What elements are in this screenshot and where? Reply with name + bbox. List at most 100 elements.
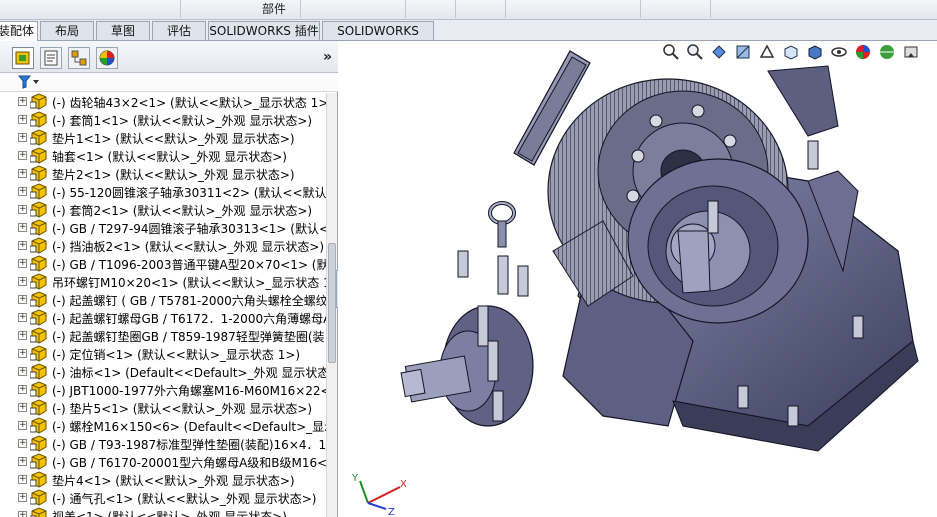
tree-row[interactable]: + 垫片1<1> (默认<<默认>_外观 显示状态>) (0, 129, 326, 147)
gearbox-assembly-model[interactable]: Y X Z (338, 41, 937, 517)
tree-row-label: 垫片2<1> (默认<<默认>_外观 显示状态>) (52, 168, 295, 182)
expand-toggle-icon[interactable]: + (18, 421, 27, 430)
tree-row-label: 视盖<1> (默认<<默认>_外观 显示状态>) (52, 510, 287, 517)
property-manager-icon (44, 50, 58, 66)
tree-row-label: (-) 挡油板2<1> (默认<<默认>_外观 显示状态>) (52, 240, 325, 254)
tree-row[interactable]: + (-) GB / T6170-20001型六角螺母A级和B级M16< (0, 453, 326, 471)
tab-evaluate[interactable]: 评估 (152, 21, 206, 40)
tab-layout[interactable]: 布局 (40, 21, 94, 40)
ribbon-divider (505, 0, 506, 18)
ribbon-divider (455, 0, 456, 18)
expand-panel-button[interactable]: » (323, 49, 332, 65)
expand-toggle-icon[interactable]: + (18, 385, 27, 394)
tree-row[interactable]: + (-) 定位销<1> (默认<<默认>_显示状态 1>) (0, 345, 326, 363)
expand-toggle-icon[interactable]: + (18, 295, 27, 304)
expand-toggle-icon[interactable]: + (18, 133, 27, 142)
expand-toggle-icon[interactable]: + (18, 115, 27, 124)
configuration-manager-icon (71, 50, 87, 66)
expand-toggle-icon[interactable]: + (18, 97, 27, 106)
ribbon-partial-label[interactable]: 部件 (262, 0, 286, 17)
tree-row[interactable]: + (-) 螺栓M16×150<6> (Default<<Default>_显示 (0, 417, 326, 435)
part-icon (30, 381, 47, 398)
expand-toggle-icon[interactable]: + (18, 205, 27, 214)
expand-toggle-icon[interactable]: + (18, 169, 27, 178)
expand-toggle-icon[interactable]: + (18, 457, 27, 466)
tree-row[interactable]: + 垫片4<1> (默认<<默认>_外观 显示状态>) (0, 471, 326, 489)
part-icon (30, 255, 47, 272)
tree-row[interactable]: + (-) 起盖螺钉垫圈GB / T859-1987轻型弹簧垫圈(装 (0, 327, 326, 345)
tab-solidworks-addins[interactable]: SOLIDWORKS 插件 (208, 21, 320, 40)
tree-row[interactable]: + (-) 油标<1> (Default<<Default>_外观 显示状态> (0, 363, 326, 381)
part-icon (30, 471, 47, 488)
property-manager-tab[interactable] (40, 47, 62, 69)
input-shaft (400, 305, 534, 427)
tree-row[interactable]: + 视盖<1> (默认<<默认>_外观 显示状态>) (0, 507, 326, 517)
tree-row[interactable]: + (-) GB / T297-94圆锥滚子轴承30313<1> (默认< (0, 219, 326, 237)
ribbon-divider (300, 0, 301, 18)
part-icon (30, 237, 47, 254)
triad-x-label: X (400, 479, 407, 490)
lifting-eyebolt (488, 201, 516, 248)
tree-row[interactable]: + 吊环螺钉M10×20<1> (默认<<默认>_显示状态 1 (0, 273, 326, 291)
ribbon-divider (640, 0, 641, 18)
ribbon-divider (180, 0, 181, 18)
feature-tree: + (-) 齿轮轴43×2<1> (默认<<默认>_显示状态 1>) + (-) 套筒… (0, 93, 326, 517)
expand-toggle-icon[interactable]: + (18, 313, 27, 322)
tree-row[interactable]: + (-) 起盖螺钉 ( GB / T5781-2000六角头螺栓全螺纹 (0, 291, 326, 309)
tree-row-label: (-) GB / T93-1987标准型弹性垫圈(装配)16×4．1< (52, 438, 326, 452)
part-icon (30, 273, 47, 290)
tree-row[interactable]: + (-) 通气孔<1> (默认<<默认>_外观 显示状态>) (0, 489, 326, 507)
expand-toggle-icon[interactable]: + (18, 151, 27, 160)
part-icon (30, 219, 47, 236)
tree-row[interactable]: + (-) 起盖螺钉螺母GB / T6172．1-2000六角薄螺母A (0, 309, 326, 327)
expand-toggle-icon[interactable]: + (18, 403, 27, 412)
triad-y-label: Y (351, 473, 359, 484)
tree-row-label: (-) 齿轮轴43×2<1> (默认<<默认>_显示状态 1>) (52, 96, 326, 110)
tree-row[interactable]: + (-) 垫片5<1> (默认<<默认>_外观 显示状态>) (0, 399, 326, 417)
tree-row-label: (-) GB / T6170-20001型六角螺母A级和B级M16< (52, 456, 326, 470)
tree-row-label: (-) 55-120圆锥滚子轴承30311<2> (默认<<默认> (52, 186, 326, 200)
expand-toggle-icon[interactable]: + (18, 259, 27, 268)
triad-z-label: Z (388, 507, 395, 517)
display-manager-tab[interactable] (96, 47, 118, 69)
tree-row[interactable]: + (-) 齿轮轴43×2<1> (默认<<默认>_显示状态 1>) (0, 93, 326, 111)
filter-row (0, 73, 338, 92)
tree-row[interactable]: + (-) 套筒2<1> (默认<<默认>_外观 显示状态>) (0, 201, 326, 219)
tab-sketch[interactable]: 草图 (96, 21, 150, 40)
feature-manager-icon (15, 51, 30, 65)
tree-row-label: (-) 起盖螺钉 ( GB / T5781-2000六角头螺栓全螺纹 (52, 294, 326, 308)
tab-assembly[interactable]: 装配体 (0, 21, 38, 41)
panel-tab-bar: » (0, 41, 338, 73)
tab-solidworks-mbd[interactable]: SOLIDWORKS MBD (322, 21, 434, 56)
coordinate-triad: Y X Z (351, 473, 407, 517)
tree-row[interactable]: + (-) 挡油板2<1> (默认<<默认>_外观 显示状态>) (0, 237, 326, 255)
tree-row[interactable]: + (-) JBT1000-1977外六角螺塞M16-M60M16×22< (0, 381, 326, 399)
tree-row[interactable]: + 轴套<1> (默认<<默认>_外观 显示状态>) (0, 147, 326, 165)
expand-toggle-icon[interactable]: + (18, 331, 27, 340)
feature-manager-tab[interactable] (12, 47, 34, 69)
expand-toggle-icon[interactable]: + (18, 223, 27, 232)
expand-toggle-icon[interactable]: + (18, 493, 27, 502)
tree-row[interactable]: + 垫片2<1> (默认<<默认>_外观 显示状态>) (0, 165, 326, 183)
tree-row[interactable]: + (-) GB / T1096-2003普通平键A型20×70<1> (默认 (0, 255, 326, 273)
scrollbar-thumb[interactable] (328, 243, 336, 363)
expand-toggle-icon[interactable]: + (18, 187, 27, 196)
graphics-viewport[interactable]: Y X Z (338, 41, 937, 517)
expand-toggle-icon[interactable]: + (18, 439, 27, 448)
expand-toggle-icon[interactable]: + (18, 349, 27, 358)
configuration-manager-tab[interactable] (68, 47, 90, 69)
filter-icon[interactable] (17, 75, 40, 92)
expand-toggle-icon[interactable]: + (18, 367, 27, 376)
tree-row-label: (-) GB / T297-94圆锥滚子轴承30313<1> (默认< (52, 222, 326, 236)
tree-row[interactable]: + (-) GB / T93-1987标准型弹性垫圈(装配)16×4．1< (0, 435, 326, 453)
expand-toggle-icon[interactable]: + (18, 241, 27, 250)
part-icon (30, 309, 47, 326)
expand-toggle-icon[interactable]: + (18, 511, 27, 517)
command-ribbon: 部件 (0, 0, 937, 20)
tree-row-label: (-) 定位销<1> (默认<<默认>_显示状态 1>) (52, 348, 301, 362)
tree-row[interactable]: + (-) 套筒1<1> (默认<<默认>_外观 显示状态>) (0, 111, 326, 129)
expand-toggle-icon[interactable]: + (18, 475, 27, 484)
expand-toggle-icon[interactable]: + (18, 277, 27, 286)
tree-row[interactable]: + (-) 55-120圆锥滚子轴承30311<2> (默认<<默认> (0, 183, 326, 201)
part-icon (30, 435, 47, 452)
